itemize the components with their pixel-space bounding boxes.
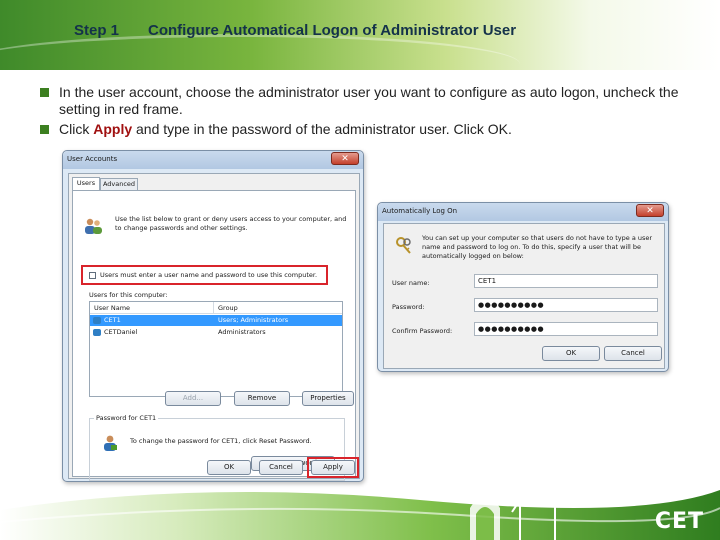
- footer-decoration: [0, 477, 720, 540]
- users-tab-panel: Use the list below to grant or deny user…: [72, 190, 356, 481]
- slide: Step 1 Configure Automatical Logon of Ad…: [0, 0, 720, 540]
- cancel-button[interactable]: Cancel: [604, 346, 662, 361]
- password-group-label: Password for CET1: [94, 414, 159, 422]
- apply-highlight: Apply: [93, 121, 133, 137]
- bullet-square-icon: [40, 125, 49, 134]
- step-label: Step 1: [74, 22, 120, 39]
- users-icon: [85, 218, 102, 234]
- auto-logon-dialog: Automatically Log On ✕ You can set up yo…: [377, 202, 669, 372]
- users-list-caption: Users for this computer:: [89, 291, 168, 299]
- ok-button[interactable]: OK: [542, 346, 600, 361]
- user-row-icon: [93, 317, 101, 324]
- password-field[interactable]: ●●●●●●●●●●: [474, 298, 658, 312]
- password-help-text: To change the password for CET1, click R…: [130, 437, 312, 445]
- user-name-field[interactable]: CET1: [474, 274, 658, 288]
- table-row[interactable]: CET1 Users; Administrators: [90, 315, 342, 326]
- confirm-password-label: Confirm Password:: [392, 327, 453, 335]
- building-icon: [470, 496, 500, 540]
- password-user-icon: [104, 435, 117, 451]
- dialog-titlebar[interactable]: User Accounts ✕: [63, 151, 363, 169]
- cet-logo: CET: [654, 509, 704, 534]
- keys-icon: [396, 237, 411, 254]
- password-label: Password:: [392, 303, 425, 311]
- cell-user-name: CET1: [104, 316, 121, 324]
- dialog-body: You can set up your computer so that use…: [383, 223, 665, 369]
- users-table: User Name Group CET1 Users; Administrato…: [89, 301, 343, 397]
- cell-group: Users; Administrators: [218, 316, 289, 324]
- tab-users[interactable]: Users: [72, 177, 100, 190]
- cell-group: Administrators: [218, 328, 266, 336]
- bullet-2-before: Click: [59, 121, 94, 137]
- tab-advanced[interactable]: Advanced: [100, 178, 138, 190]
- user-name-label: User name:: [392, 279, 430, 287]
- user-row-icon: [93, 329, 101, 336]
- intro-text: You can set up your computer so that use…: [422, 234, 653, 260]
- remove-button[interactable]: Remove: [234, 391, 290, 406]
- dialog-title: User Accounts: [67, 155, 118, 163]
- close-icon[interactable]: ✕: [331, 152, 359, 165]
- bullet-2-after: and type in the password of the administ…: [132, 121, 512, 137]
- cell-user-name: CETDaniel: [104, 328, 138, 336]
- bullet-text-2: Click Apply and type in the password of …: [59, 121, 690, 138]
- table-row[interactable]: CETDaniel Administrators: [90, 327, 342, 338]
- bullet-square-icon: [40, 88, 49, 97]
- bullet-item-1: In the user account, choose the administ…: [40, 84, 690, 118]
- close-icon[interactable]: ✕: [636, 204, 664, 217]
- bullet-text-1: In the user account, choose the administ…: [59, 84, 679, 117]
- add-button[interactable]: Add...: [165, 391, 221, 406]
- dialog-titlebar[interactable]: Automatically Log On ✕: [378, 203, 668, 221]
- red-frame-checkbox: [81, 265, 328, 285]
- dialog-title: Automatically Log On: [382, 207, 458, 215]
- user-accounts-dialog: User Accounts ✕ Users Advanced Use the l…: [62, 150, 364, 482]
- bullet-item-2: Click Apply and type in the password of …: [40, 121, 690, 138]
- column-header-user-name[interactable]: User Name: [90, 302, 214, 314]
- intro-text: Use the list below to grant or deny user…: [115, 215, 347, 232]
- column-header-group[interactable]: Group: [214, 302, 342, 314]
- properties-button[interactable]: Properties: [302, 391, 354, 406]
- slide-title: Configure Automatical Logon of Administr…: [148, 22, 517, 39]
- dialog-body: Users Advanced Use the list below to gra…: [68, 173, 360, 481]
- confirm-password-field[interactable]: ●●●●●●●●●●: [474, 322, 658, 336]
